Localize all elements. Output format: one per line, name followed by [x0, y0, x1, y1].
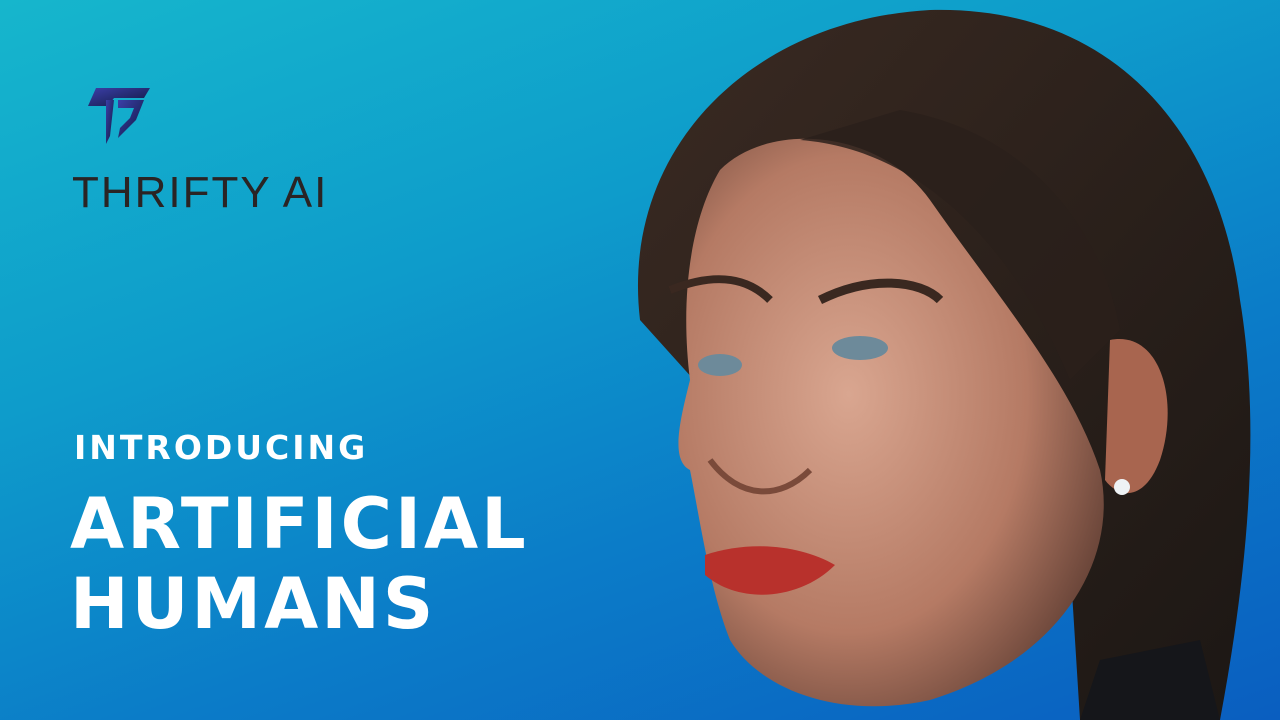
hero-headline: ARTIFICIAL HUMANS: [70, 484, 529, 644]
brand-name: THRIFTY AI: [72, 168, 329, 217]
artificial-human-portrait: [637, 9, 1251, 720]
hero-kicker: INTRODUCING: [74, 428, 369, 467]
thrifty-logo-icon: [88, 88, 150, 144]
headline-line-2: HUMANS: [70, 563, 437, 645]
earring: [1114, 479, 1130, 495]
headline-line-1: ARTIFICIAL: [70, 483, 529, 565]
